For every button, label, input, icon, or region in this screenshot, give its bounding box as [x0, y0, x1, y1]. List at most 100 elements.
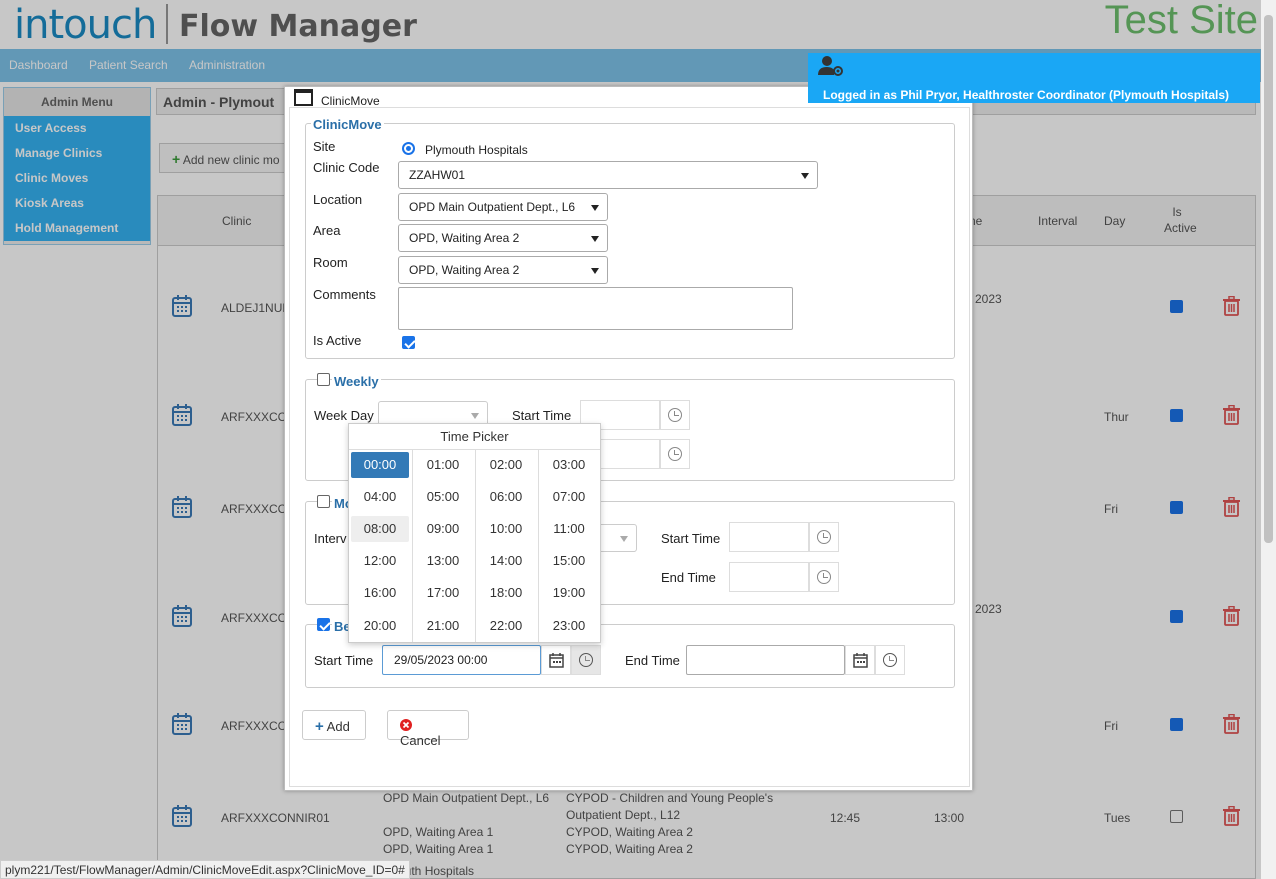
weekly-start-time-label: Start Time [512, 408, 572, 423]
time-option-18[interactable]: 18:00 [477, 580, 535, 606]
between-start-calendar-button[interactable] [541, 645, 571, 675]
site-label: Site [313, 139, 336, 154]
clock-icon [883, 653, 897, 667]
monthly-checkbox[interactable] [317, 495, 330, 508]
scrollbar-thumb[interactable] [1264, 15, 1273, 543]
time-option-14[interactable]: 14:00 [477, 548, 535, 574]
time-option-20[interactable]: 20:00 [351, 613, 409, 639]
add-button[interactable]: + Add [302, 710, 366, 740]
weekly-end-clock-button[interactable] [660, 439, 690, 469]
add-button-label: Add [326, 719, 350, 734]
location-value: OPD Main Outpatient Dept., L6 [409, 200, 576, 214]
chevron-down-icon [591, 268, 599, 274]
divider [475, 450, 476, 642]
time-option-08[interactable]: 08:00 [351, 516, 409, 542]
room-value: OPD, Waiting Area 2 [409, 263, 520, 277]
clock-icon [817, 570, 831, 584]
section-title: ClinicMove [311, 117, 384, 132]
between-end-calendar-button[interactable] [845, 645, 875, 675]
room-select[interactable]: OPD, Waiting Area 2 [398, 256, 608, 284]
chevron-down-icon [471, 413, 479, 419]
time-option-07[interactable]: 07:00 [540, 484, 598, 510]
time-option-15[interactable]: 15:00 [540, 548, 598, 574]
area-select[interactable]: OPD, Waiting Area 2 [398, 224, 608, 252]
time-option-09[interactable]: 09:00 [414, 516, 472, 542]
area-label: Area [313, 223, 341, 238]
dialog-title: ClinicMove [321, 94, 380, 108]
time-option-17[interactable]: 17:00 [414, 580, 472, 606]
clinic-code-value: ZZAHW01 [409, 168, 466, 182]
interval-label: Interv [314, 531, 347, 546]
monthly-end-time-input[interactable] [729, 562, 809, 592]
weekly-start-clock-button[interactable] [660, 400, 690, 430]
comments-textarea[interactable] [398, 287, 793, 330]
vertical-scrollbar[interactable] [1261, 0, 1276, 879]
monthly-start-time-label: Start Time [661, 531, 721, 546]
site-radio[interactable] [402, 142, 415, 155]
time-option-04[interactable]: 04:00 [351, 484, 409, 510]
time-picker-grid: 00:00 01:00 02:00 03:00 04:00 05:00 06:0… [349, 450, 602, 642]
monthly-end-clock-button[interactable] [809, 562, 839, 592]
clock-icon [668, 408, 682, 422]
plus-icon: + [315, 718, 324, 735]
monthly-end-time-label: End Time [661, 570, 716, 585]
chevron-down-icon [620, 536, 628, 542]
status-bar-url: plym221/Test/FlowManager/Admin/ClinicMov… [0, 860, 410, 879]
site-value: Plymouth Hospitals [425, 143, 528, 157]
is-active-label: Is Active [313, 333, 362, 348]
time-option-12[interactable]: 12:00 [351, 548, 409, 574]
is-active-checkbox[interactable] [402, 336, 415, 349]
weekly-title: Weekly [332, 374, 381, 389]
area-value: OPD, Waiting Area 2 [409, 231, 520, 245]
location-label: Location [313, 192, 363, 207]
clock-icon [579, 653, 593, 667]
room-label: Room [313, 255, 348, 270]
cancel-button[interactable]: Cancel [387, 710, 469, 748]
time-option-13[interactable]: 13:00 [414, 548, 472, 574]
between-end-time-input[interactable] [686, 645, 845, 675]
time-picker: Time Picker 00:00 01:00 02:00 03:00 04:0… [348, 423, 601, 643]
chevron-down-icon [591, 205, 599, 211]
user-settings-icon[interactable] [818, 55, 844, 77]
monthly-start-time-input[interactable] [729, 522, 809, 552]
window-icon [294, 89, 313, 106]
time-option-02[interactable]: 02:00 [477, 452, 535, 478]
time-option-06[interactable]: 06:00 [477, 484, 535, 510]
chevron-down-icon [801, 173, 809, 179]
time-option-10[interactable]: 10:00 [477, 516, 535, 542]
time-option-00[interactable]: 00:00 [351, 452, 409, 478]
cancel-icon [400, 719, 412, 731]
location-select[interactable]: OPD Main Outpatient Dept., L6 [398, 193, 608, 221]
time-option-01[interactable]: 01:00 [414, 452, 472, 478]
between-start-clock-button[interactable] [571, 645, 601, 675]
between-start-time-label: Start Time [314, 653, 374, 668]
clock-icon [668, 447, 682, 461]
calendar-icon [549, 653, 564, 668]
divider [538, 450, 539, 642]
monthly-start-clock-button[interactable] [809, 522, 839, 552]
time-option-19[interactable]: 19:00 [540, 580, 598, 606]
clinic-code-label: Clinic Code [313, 160, 380, 175]
time-option-11[interactable]: 11:00 [540, 516, 598, 542]
cancel-button-label: Cancel [400, 733, 441, 748]
between-checkbox[interactable] [317, 618, 330, 631]
clock-icon [817, 530, 831, 544]
divider [412, 450, 413, 642]
between-end-time-label: End Time [625, 653, 680, 668]
between-end-clock-button[interactable] [875, 645, 905, 675]
time-option-05[interactable]: 05:00 [414, 484, 472, 510]
time-option-03[interactable]: 03:00 [540, 452, 598, 478]
time-option-23[interactable]: 23:00 [540, 613, 598, 639]
time-option-16[interactable]: 16:00 [351, 580, 409, 606]
weekday-label: Week Day [314, 408, 374, 423]
comments-label: Comments [313, 287, 376, 302]
calendar-icon [853, 653, 868, 668]
between-start-time-input[interactable] [382, 645, 541, 675]
weekly-checkbox[interactable] [317, 373, 330, 386]
time-picker-title: Time Picker [349, 424, 600, 450]
time-option-22[interactable]: 22:00 [477, 613, 535, 639]
logged-in-user: Logged in as Phil Pryor, Healthroster Co… [823, 88, 1230, 102]
user-bar: Logged in as Phil Pryor, Healthroster Co… [808, 53, 1260, 103]
clinic-code-select[interactable]: ZZAHW01 [398, 161, 818, 189]
time-option-21[interactable]: 21:00 [414, 613, 472, 639]
